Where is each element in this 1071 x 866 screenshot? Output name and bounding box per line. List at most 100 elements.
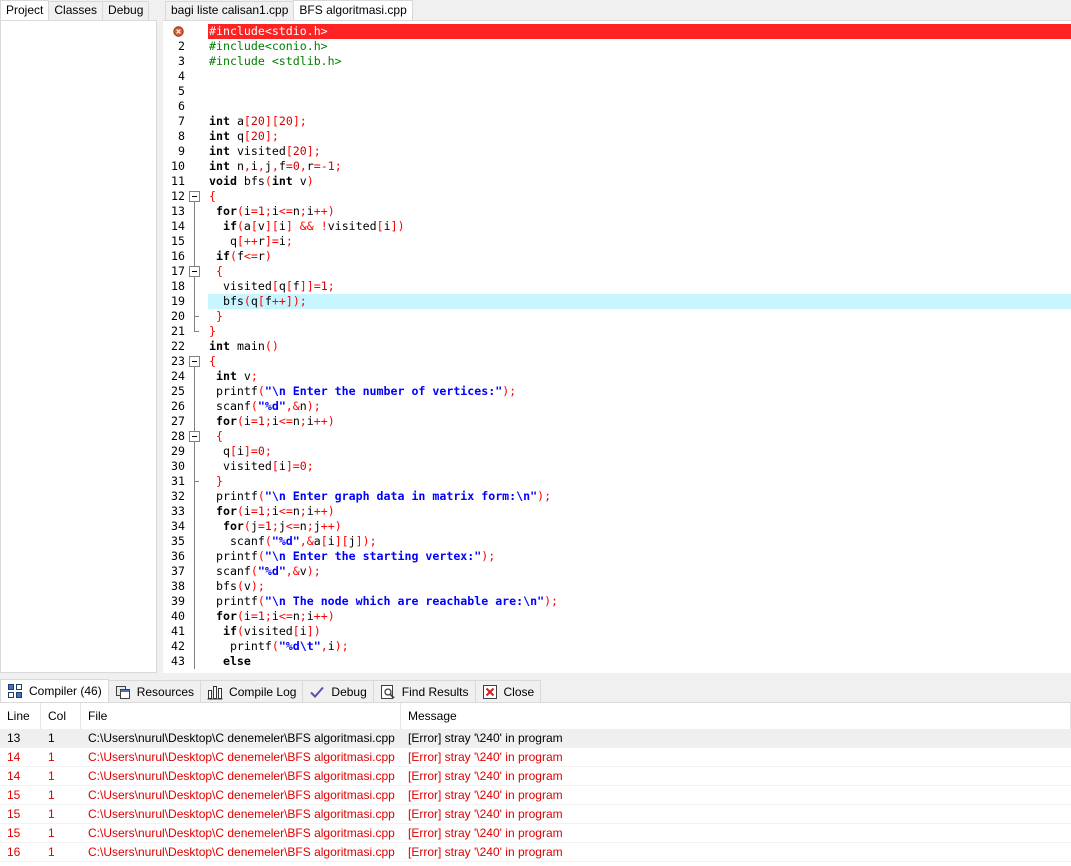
- line-number[interactable]: 30: [163, 459, 185, 474]
- code-line[interactable]: 11 void bfs(int v): [163, 174, 1071, 189]
- code-text[interactable]: scanf("%d",&a[i][j]);: [208, 534, 1071, 549]
- code-text[interactable]: [208, 69, 1071, 84]
- line-number[interactable]: 25: [163, 384, 185, 399]
- code-line[interactable]: 16 if(f<=r): [163, 249, 1071, 264]
- code-text[interactable]: int n,i,j,f=0,r=-1;: [208, 159, 1071, 174]
- code-line[interactable]: 8 int q[20];: [163, 129, 1071, 144]
- editor-text-area[interactable]: #include<stdio.h> 2 #include<conio.h> 3 #inc…: [163, 20, 1071, 673]
- code-line[interactable]: 23 {: [163, 354, 1071, 369]
- code-line[interactable]: 7 int a[20][20];: [163, 114, 1071, 129]
- code-line[interactable]: 28 {: [163, 429, 1071, 444]
- code-line[interactable]: 34 for(j=1;j<=n;j++): [163, 519, 1071, 534]
- line-number[interactable]: 8: [163, 129, 185, 144]
- fold-toggle-icon[interactable]: [189, 191, 200, 202]
- code-text[interactable]: bfs(v);: [208, 579, 1071, 594]
- code-text[interactable]: }: [208, 309, 1071, 324]
- code-line[interactable]: 14 if(a[v][i] && !visited[i]): [163, 219, 1071, 234]
- line-number[interactable]: 15: [163, 234, 185, 249]
- code-text[interactable]: printf("\n Enter the number of vertices:…: [208, 384, 1071, 399]
- line-number[interactable]: 7: [163, 114, 185, 129]
- code-line[interactable]: 38 bfs(v);: [163, 579, 1071, 594]
- code-line[interactable]: 20 }: [163, 309, 1071, 324]
- code-text[interactable]: if(visited[i]): [208, 624, 1071, 639]
- code-text[interactable]: bfs(q[f++]);: [208, 294, 1071, 309]
- code-text[interactable]: scanf("%d",&n);: [208, 399, 1071, 414]
- code-line[interactable]: 6: [163, 99, 1071, 114]
- line-number[interactable]: 27: [163, 414, 185, 429]
- line-number[interactable]: 2: [163, 39, 185, 54]
- tab-classes[interactable]: Classes: [48, 1, 104, 20]
- line-number[interactable]: 39: [163, 594, 185, 609]
- line-number[interactable]: 40: [163, 609, 185, 624]
- code-text[interactable]: }: [208, 474, 1071, 489]
- line-number[interactable]: 24: [163, 369, 185, 384]
- table-row[interactable]: 15 1 C:\Users\nurul\Desktop\C denemeler\BF…: [0, 805, 1071, 824]
- code-text[interactable]: {: [208, 429, 1071, 444]
- code-line[interactable]: 37 scanf("%d",&v);: [163, 564, 1071, 579]
- tab-file-bfs-algoritmasi[interactable]: BFS algoritmasi.cpp: [293, 0, 413, 20]
- line-number[interactable]: 20: [163, 309, 185, 324]
- code-line[interactable]: 33 for(i=1;i<=n;i++): [163, 504, 1071, 519]
- line-number[interactable]: 17: [163, 264, 185, 279]
- tab-project[interactable]: Project: [0, 0, 50, 20]
- code-line[interactable]: 21}: [163, 324, 1071, 339]
- table-row[interactable]: 13 1 C:\Users\nurul\Desktop\C denemeler\BF…: [0, 729, 1071, 748]
- code-line[interactable]: 4: [163, 69, 1071, 84]
- line-number[interactable]: 6: [163, 99, 185, 114]
- code-line[interactable]: 25 printf("\n Enter the number of vertic…: [163, 384, 1071, 399]
- line-number[interactable]: 28: [163, 429, 185, 444]
- code-line[interactable]: 43 else: [163, 654, 1071, 669]
- code-line[interactable]: 22 int main(): [163, 339, 1071, 354]
- code-line[interactable]: 2 #include<conio.h>: [163, 39, 1071, 54]
- code-text[interactable]: int main(): [208, 339, 1071, 354]
- line-number[interactable]: 34: [163, 519, 185, 534]
- code-text[interactable]: #include<conio.h>: [208, 39, 1071, 54]
- line-number[interactable]: 10: [163, 159, 185, 174]
- line-number[interactable]: 37: [163, 564, 185, 579]
- column-header-col[interactable]: Col: [41, 703, 81, 729]
- tab-file-bagi-liste-calisan1[interactable]: bagi liste calisan1.cpp: [165, 1, 295, 20]
- code-line[interactable]: 41 if(visited[i]): [163, 624, 1071, 639]
- tab-compiler[interactable]: Compiler (46): [0, 679, 109, 702]
- line-number[interactable]: 23: [163, 354, 185, 369]
- code-text[interactable]: int visited[20];: [208, 144, 1071, 159]
- line-number[interactable]: 12: [163, 189, 185, 204]
- table-row[interactable]: 16 1 C:\Users\nurul\Desktop\C denemeler\BF…: [0, 843, 1071, 862]
- fold-toggle-icon[interactable]: [189, 356, 200, 367]
- code-text[interactable]: [208, 99, 1071, 114]
- code-text[interactable]: if(f<=r): [208, 249, 1071, 264]
- table-row[interactable]: 14 1 C:\Users\nurul\Desktop\C denemeler\BF…: [0, 767, 1071, 786]
- project-tree[interactable]: [0, 20, 157, 673]
- line-number[interactable]: 14: [163, 219, 185, 234]
- code-text[interactable]: q[++r]=i;: [208, 234, 1071, 249]
- code-line[interactable]: 3 #include <stdlib.h>: [163, 54, 1071, 69]
- tab-debug[interactable]: Debug: [102, 1, 150, 20]
- code-text[interactable]: #include <stdlib.h>: [208, 54, 1071, 69]
- table-row[interactable]: 15 1 C:\Users\nurul\Desktop\C denemeler\BF…: [0, 786, 1071, 805]
- code-text[interactable]: int q[20];: [208, 129, 1071, 144]
- code-line[interactable]: 30 visited[i]=0;: [163, 459, 1071, 474]
- code-text[interactable]: {: [208, 354, 1071, 369]
- code-text[interactable]: q[i]=0;: [208, 444, 1071, 459]
- code-line[interactable]: 26 scanf("%d",&n);: [163, 399, 1071, 414]
- line-number[interactable]: 18: [163, 279, 185, 294]
- line-number[interactable]: 5: [163, 84, 185, 99]
- line-number[interactable]: 32: [163, 489, 185, 504]
- code-text[interactable]: void bfs(int v): [208, 174, 1071, 189]
- column-header-file[interactable]: File: [81, 703, 401, 729]
- code-line[interactable]: 24 int v;: [163, 369, 1071, 384]
- code-text[interactable]: else: [208, 654, 1071, 669]
- code-text[interactable]: for(i=1;i<=n;i++): [208, 504, 1071, 519]
- code-text[interactable]: scanf("%d",&v);: [208, 564, 1071, 579]
- code-line[interactable]: 5: [163, 84, 1071, 99]
- code-line[interactable]: 40 for(i=1;i<=n;i++): [163, 609, 1071, 624]
- code-line[interactable]: 31 }: [163, 474, 1071, 489]
- code-text[interactable]: if(a[v][i] && !visited[i]): [208, 219, 1071, 234]
- code-line[interactable]: 15 q[++r]=i;: [163, 234, 1071, 249]
- column-header-line[interactable]: Line: [0, 703, 41, 729]
- code-text[interactable]: visited[i]=0;: [208, 459, 1071, 474]
- code-line[interactable]: 36 printf("\n Enter the starting vertex:…: [163, 549, 1071, 564]
- code-line[interactable]: 12 {: [163, 189, 1071, 204]
- tab-resources[interactable]: Resources: [107, 680, 202, 702]
- tab-compile-log[interactable]: Compile Log: [200, 680, 304, 702]
